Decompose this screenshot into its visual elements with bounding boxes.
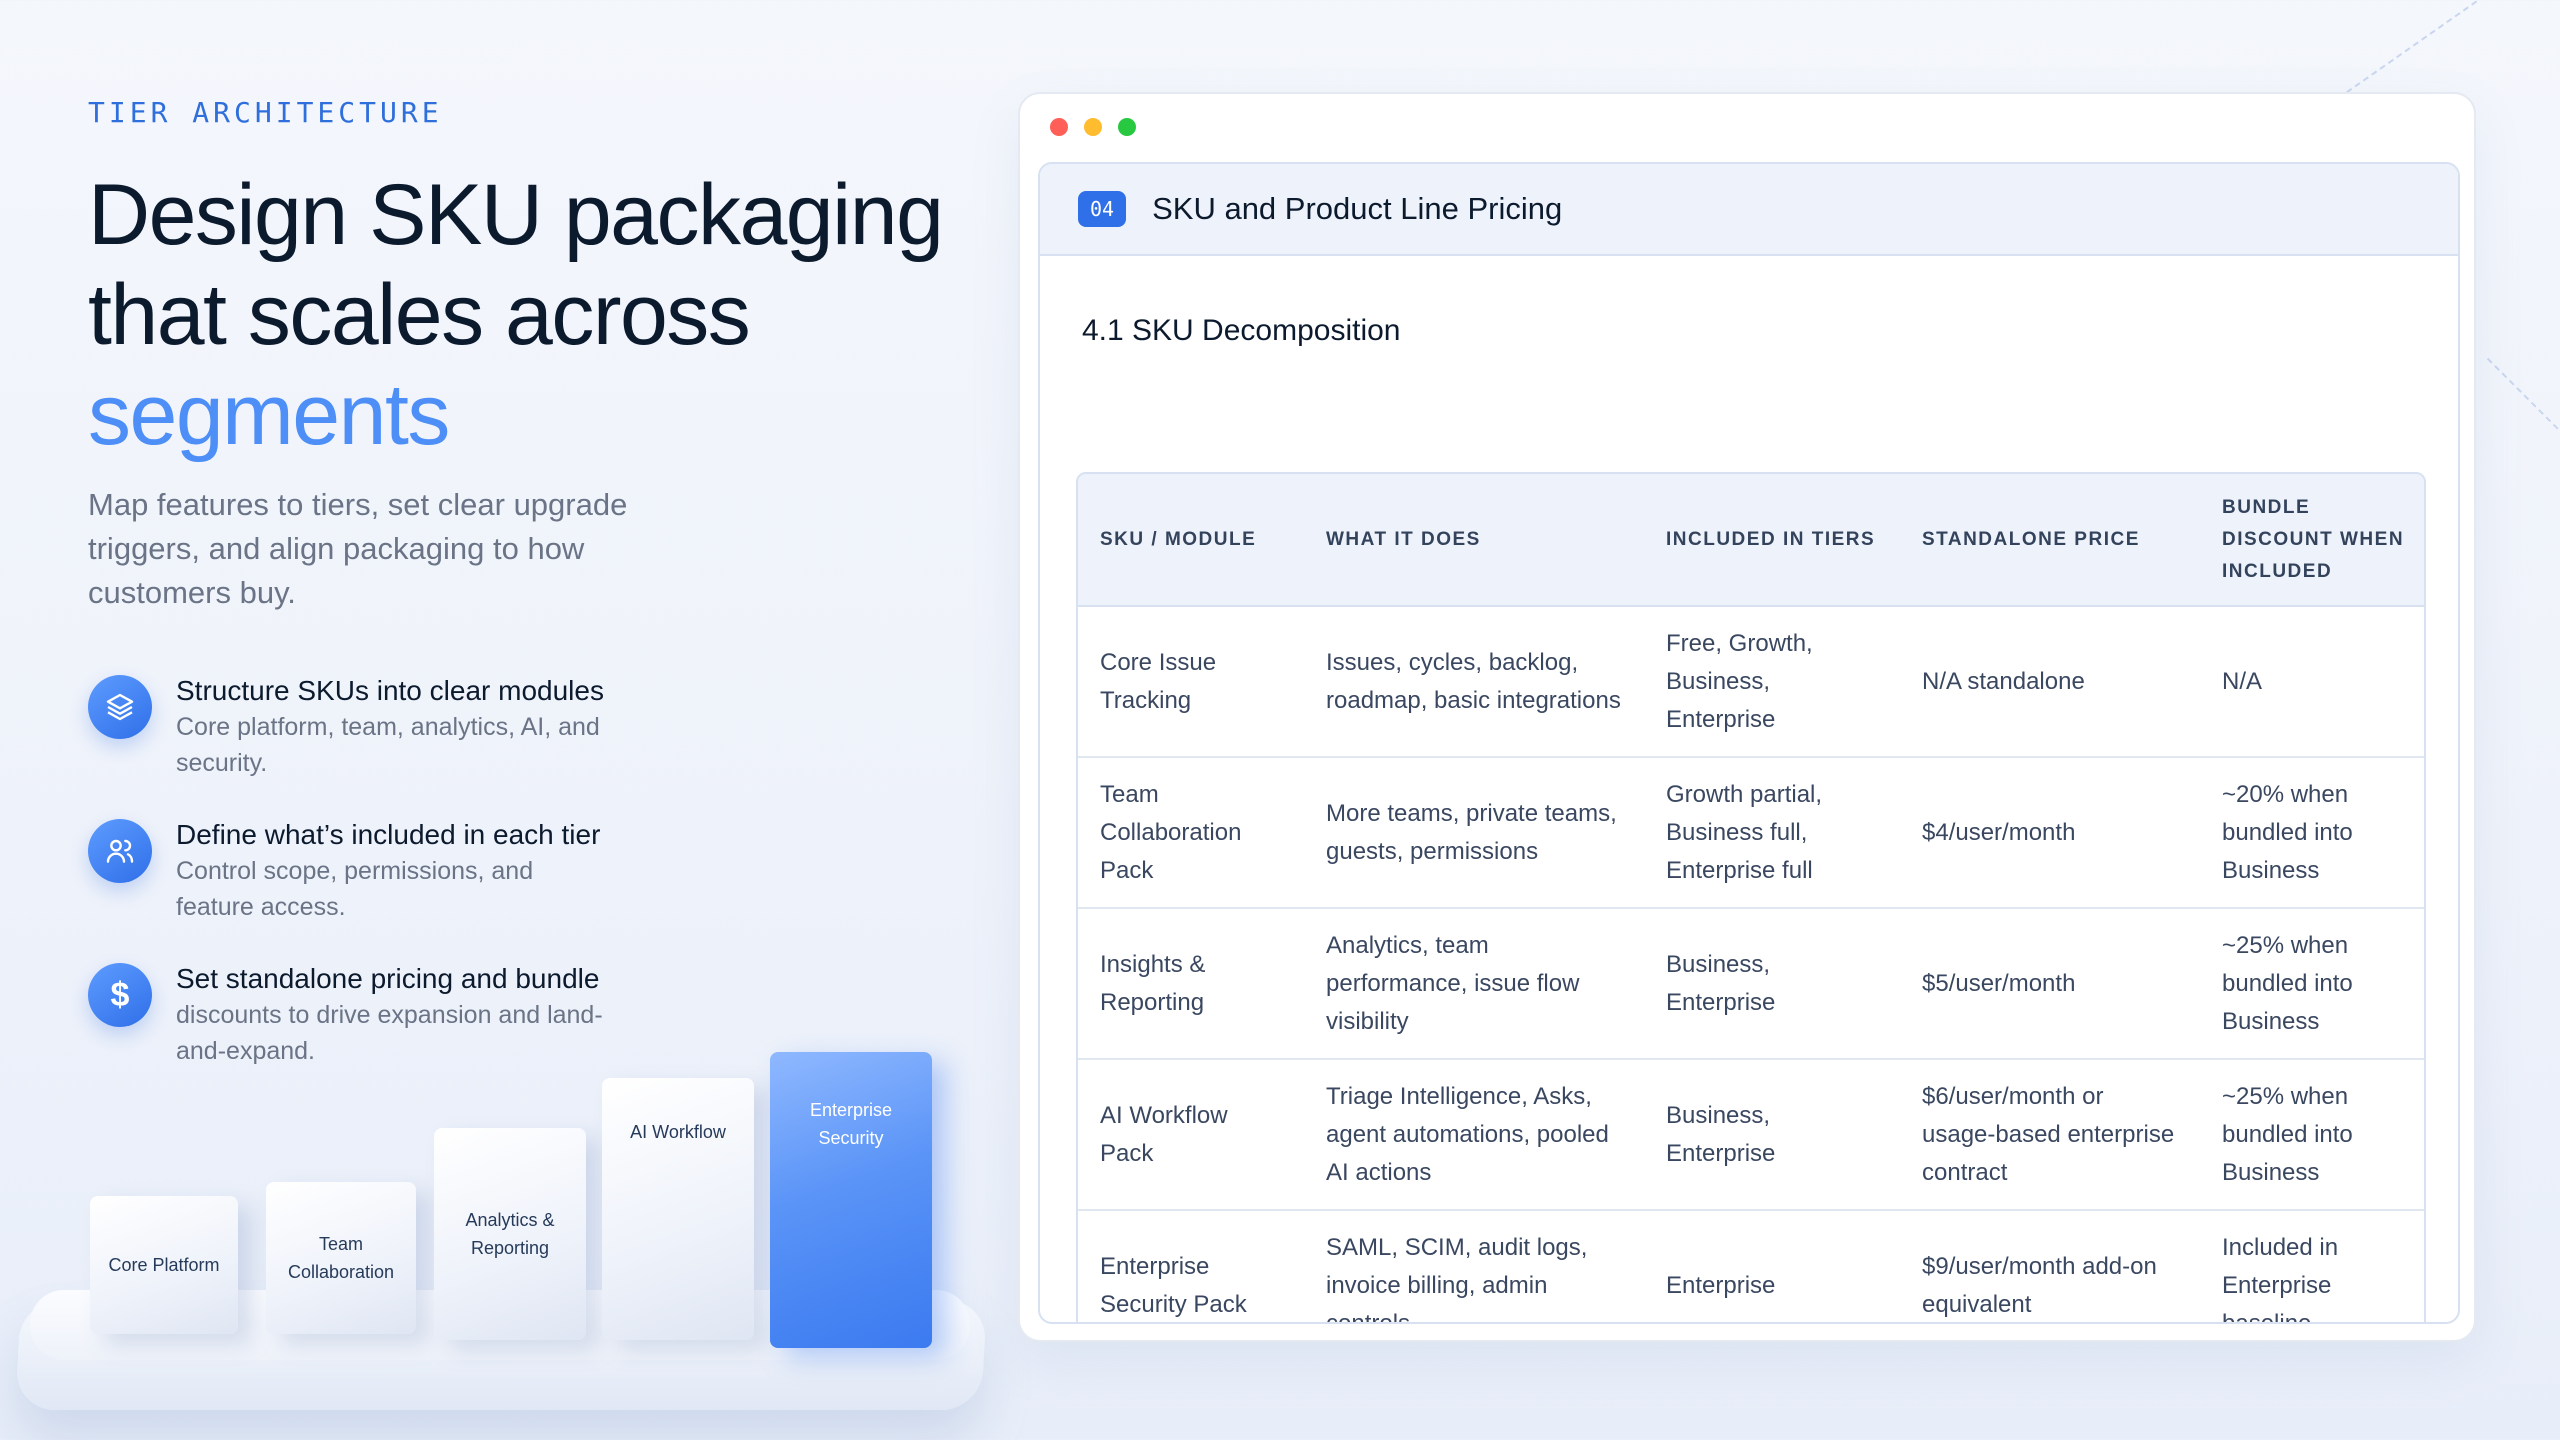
table-cell: $4/user/month (1900, 757, 2200, 909)
table-header-row: SKU / MODULE WHAT IT DOES INCLUDED IN TI… (1078, 474, 2424, 607)
users-icon (88, 819, 152, 883)
table-cell: Insights & Reporting (1078, 908, 1304, 1060)
table-cell: Team Collaboration Pack (1078, 757, 1304, 909)
maximize-dot-icon[interactable] (1118, 118, 1136, 136)
table-cell: ~25% when bundled into Business (2200, 1059, 2424, 1211)
section-number-badge: 04 (1078, 191, 1127, 227)
table-cell: $9/user/month add-on equivalent (1922, 1253, 2157, 1318)
table-cell: Included in Enterprise baseline (2222, 1234, 2339, 1324)
block-team-collaboration: Team Collaboration (266, 1182, 416, 1334)
table-cell: Enterprise (1666, 1272, 1776, 1299)
panel-title: SKU and Product Line Pricing (1152, 191, 1563, 226)
headline-line-2: that scales across (88, 267, 751, 363)
feature-title: Structure SKUs into clear modules (176, 675, 604, 706)
block-core-platform: Core Platform (90, 1196, 238, 1334)
close-dot-icon[interactable] (1050, 118, 1068, 136)
table-cell: $5/user/month (1900, 908, 2200, 1060)
block-analytics-reporting: Analytics & Reporting (434, 1128, 586, 1340)
section-title: 4.1 SKU Decomposition (1082, 314, 1401, 347)
feature-description: Core platform, team, analytics, AI, and … (176, 713, 600, 777)
column-header: STANDALONE PRICE (1900, 474, 2200, 607)
table-row: Insights & Reporting Analytics, team per… (1078, 908, 2424, 1060)
table-cell: ~25% when bundled into Business (2200, 908, 2424, 1060)
panel-header: 04 SKU and Product Line Pricing (1040, 164, 2458, 256)
table-cell: Issues, cycles, backlog, roadmap, basic … (1304, 606, 1644, 758)
sku-table: SKU / MODULE WHAT IT DOES INCLUDED IN TI… (1076, 472, 2426, 1324)
column-header: BUNDLE DISCOUNT WHEN INCLUDED (2200, 474, 2424, 607)
feature-title: Set standalone pricing and bundle (176, 963, 600, 994)
document-panel: 04 SKU and Product Line Pricing 4.1 SKU … (1038, 162, 2460, 1324)
headline-accent: segments (88, 367, 450, 463)
dollar-icon: $ (88, 963, 152, 1027)
app-window: 04 SKU and Product Line Pricing 4.1 SKU … (1018, 92, 2476, 1342)
table-cell: Growth partial, Business full, Enterpris… (1644, 757, 1900, 909)
column-header: INCLUDED IN TIERS (1644, 474, 1900, 607)
column-header: WHAT IT DOES (1304, 474, 1644, 607)
table-cell: Business, Enterprise (1644, 908, 1900, 1060)
feature-item: Define what’s included in each tier Cont… (88, 817, 988, 925)
minimize-dot-icon[interactable] (1084, 118, 1102, 136)
hero-section: TIER ARCHITECTURE Design SKU packaging t… (88, 96, 988, 1105)
table-row: AI Workflow Pack Triage Intelligence, As… (1078, 1059, 2424, 1211)
headline-line-1: Design SKU packaging (88, 167, 944, 263)
table-cell: Triage Intelligence, Asks, agent automat… (1304, 1059, 1644, 1211)
block-ai-workflow: AI Workflow (602, 1078, 754, 1340)
table-row: Core Issue Tracking Issues, cycles, back… (1078, 606, 2424, 758)
feature-title: Define what’s included in each tier (176, 819, 601, 850)
table-cell: Free, Growth, Business, Enterprise (1644, 606, 1900, 758)
page-title: Design SKU packaging that scales across … (88, 165, 988, 465)
subhead: Map features to tiers, set clear upgrade… (88, 487, 628, 610)
column-header: SKU / MODULE (1078, 474, 1304, 607)
layers-icon (88, 675, 152, 739)
table-cell: $6/user/month or usage-based enterprise … (1900, 1059, 2200, 1211)
table-cell: Analytics, team performance, issue flow … (1304, 908, 1644, 1060)
feature-description: discounts to drive expansion and land-an… (176, 1001, 603, 1065)
table-cell: ~20% when bundled into Business (2200, 757, 2424, 909)
block-enterprise-security: Enterprise Security (770, 1052, 932, 1348)
table-row: Enterprise Security Pack SAML, SCIM, aud… (1078, 1210, 2424, 1324)
table-row: Team Collaboration Pack More teams, priv… (1078, 757, 2424, 909)
feature-description: Control scope, permissions, and feature … (176, 857, 534, 921)
window-controls (1050, 118, 1136, 136)
decorative-dashed-line (2486, 357, 2560, 445)
table-cell: Core Issue Tracking (1078, 606, 1304, 758)
feature-list: Structure SKUs into clear modules Core p… (88, 673, 988, 1069)
feature-item: Structure SKUs into clear modules Core p… (88, 673, 988, 781)
table-cell: N/A (2200, 606, 2424, 758)
table-cell: Business, Enterprise (1644, 1059, 1900, 1211)
table-cell: More teams, private teams, guests, permi… (1304, 757, 1644, 909)
table-cell: N/A standalone (1900, 606, 2200, 758)
table-cell: Enterprise Security Pack (1100, 1253, 1247, 1318)
table-cell: SAML, SCIM, audit logs, invoice billing,… (1326, 1234, 1588, 1324)
eyebrow: TIER ARCHITECTURE (88, 96, 443, 129)
table-cell: AI Workflow Pack (1078, 1059, 1304, 1211)
